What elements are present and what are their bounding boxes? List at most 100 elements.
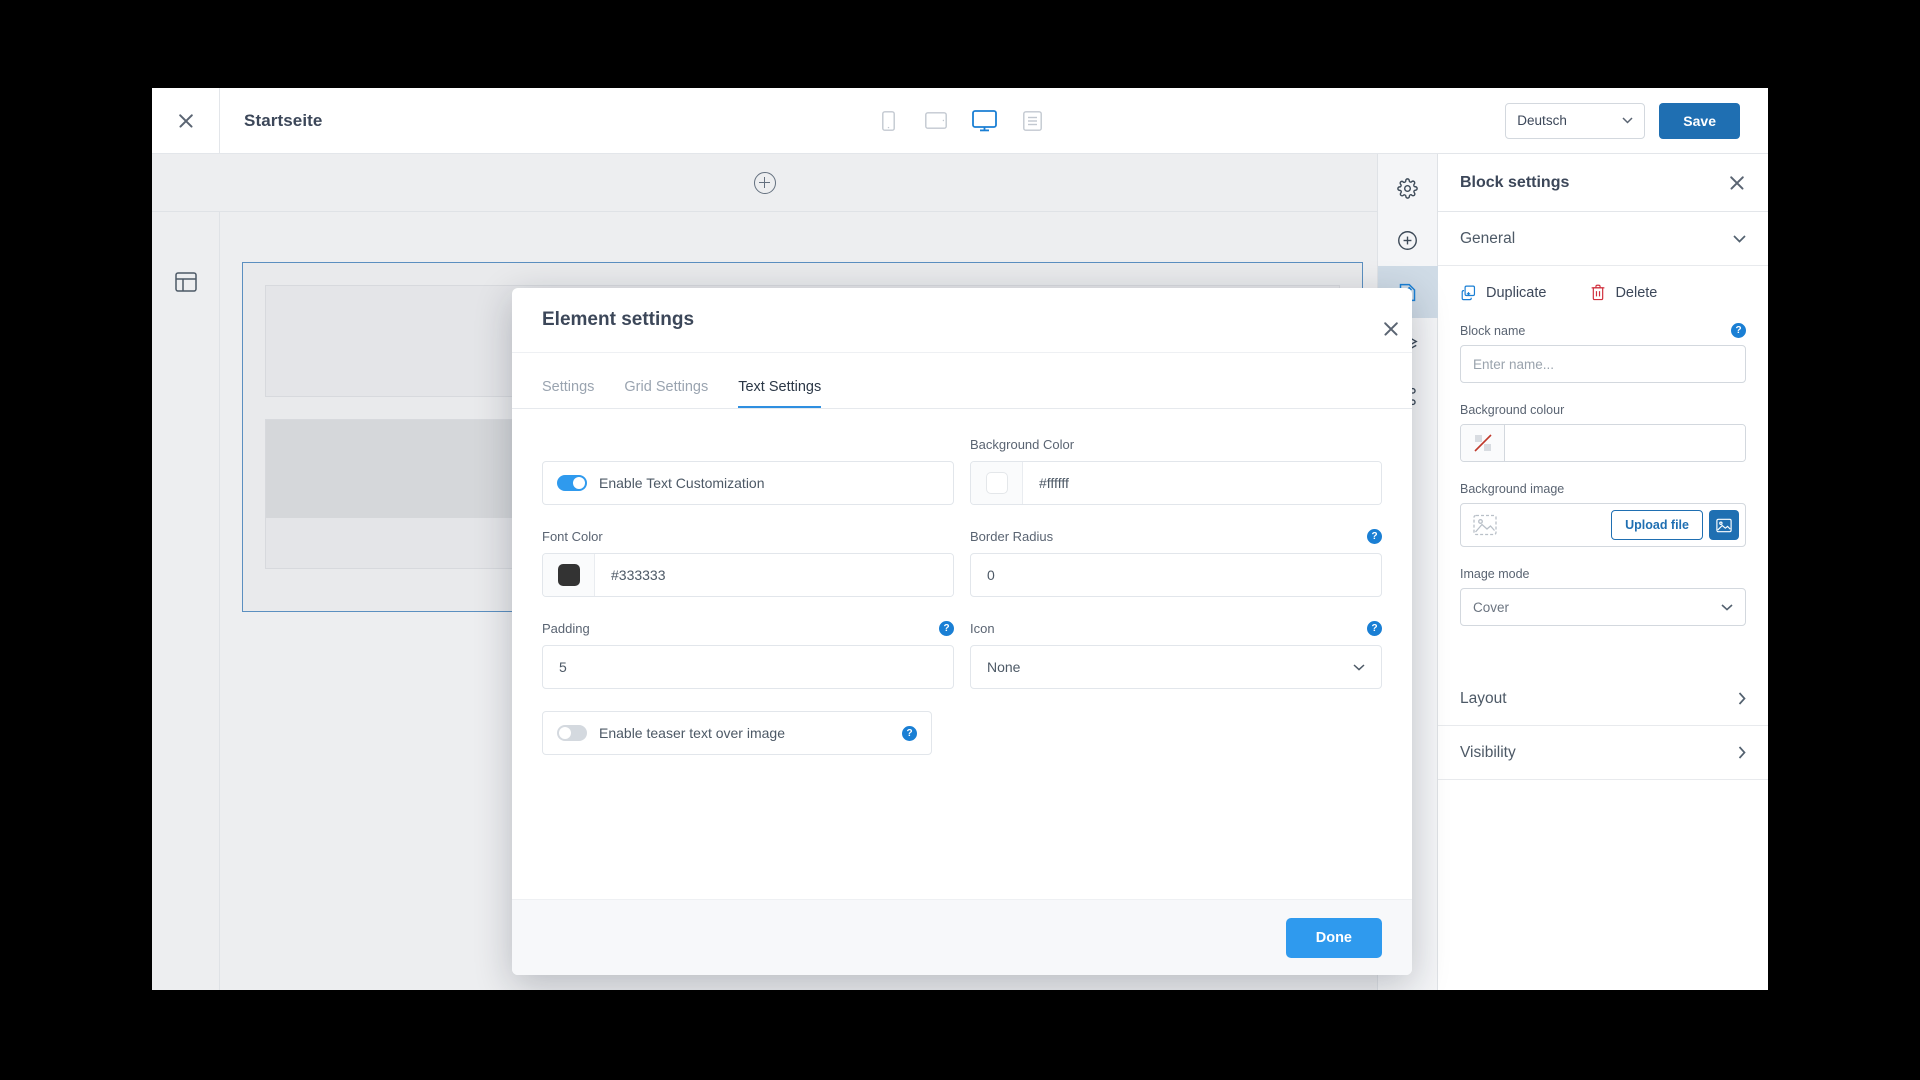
font-color-control[interactable]: #333333: [542, 553, 954, 597]
image-placeholder-icon: [1473, 514, 1497, 536]
block-name-input[interactable]: [1460, 345, 1746, 383]
background-colour-swatch-button[interactable]: [1461, 425, 1505, 461]
desktop-icon: [971, 109, 997, 131]
device-mobile-button[interactable]: [875, 108, 901, 134]
layout-icon[interactable]: [174, 270, 198, 294]
font-color-label: Font Color: [542, 528, 603, 544]
chevron-right-icon: [1738, 746, 1746, 759]
element-settings-modal: Element settings Settings Grid Settings …: [512, 288, 1412, 975]
rail-add-button[interactable]: [1378, 214, 1438, 266]
image-library-button[interactable]: [1709, 510, 1739, 540]
block-name-label-row: Block name ?: [1460, 323, 1746, 338]
duplicate-block-button[interactable]: Duplicate: [1460, 284, 1546, 301]
block-name-field: Block name ?: [1460, 323, 1746, 383]
chevron-down-icon: [1733, 234, 1746, 243]
background-colour-field: Background colour: [1460, 403, 1746, 462]
background-color-label-row: Background Color: [970, 435, 1382, 453]
image-mode-label-row: Image mode: [1460, 567, 1746, 581]
list-icon: [1022, 110, 1042, 131]
tablet-icon: [925, 112, 947, 129]
delete-label: Delete: [1615, 284, 1658, 301]
font-color-swatch-button[interactable]: [543, 554, 595, 596]
icon-label: Icon: [970, 620, 995, 636]
no-color-icon: [1473, 434, 1492, 452]
tab-grid-settings[interactable]: Grid Settings: [624, 379, 708, 408]
upload-file-button[interactable]: Upload file: [1611, 510, 1703, 540]
enable-teaser-text-toggle[interactable]: [557, 725, 587, 741]
enable-teaser-text-field: Enable teaser text over image ?: [542, 711, 932, 755]
icon-label-row: Icon ?: [970, 619, 1382, 637]
padding-input[interactable]: [542, 645, 954, 689]
enable-teaser-text-box[interactable]: Enable teaser text over image ?: [542, 711, 932, 755]
block-actions: Duplicate Delete: [1460, 284, 1746, 301]
app-window: Startseite Deutsch Save Block settings G…: [152, 88, 1768, 990]
help-icon[interactable]: ?: [902, 725, 917, 741]
section-layout-header[interactable]: Layout: [1438, 672, 1768, 726]
canvas-add-block-bar: [152, 154, 1377, 212]
section-layout-label: Layout: [1460, 689, 1507, 707]
help-icon[interactable]: ?: [1367, 620, 1382, 636]
rail-settings-button[interactable]: [1378, 162, 1438, 214]
modal-row-2: Font Color #333333 Border Radius ?: [542, 527, 1382, 597]
delete-block-button[interactable]: Delete: [1590, 284, 1657, 301]
section-visibility-header[interactable]: Visibility: [1438, 726, 1768, 780]
device-desktop-button[interactable]: [971, 108, 997, 134]
panel-close-button[interactable]: [1728, 174, 1746, 192]
background-color-swatch-button[interactable]: [971, 462, 1023, 504]
image-mode-field: Image mode Cover: [1460, 567, 1746, 626]
toggle-knob: [573, 477, 585, 489]
image-library-icon: [1716, 518, 1732, 532]
background-colour-value: [1505, 425, 1745, 461]
block-name-label: Block name: [1460, 323, 1526, 338]
enable-text-customization-label: Enable Text Customization: [599, 475, 765, 491]
toggle-knob: [559, 727, 571, 739]
duplicate-label: Duplicate: [1486, 284, 1547, 301]
modal-row-1: Enable Text Customization Background Col…: [542, 435, 1382, 505]
background-color-field: Background Color #ffffff: [970, 435, 1382, 505]
canvas-gutter: [152, 212, 220, 990]
section-general-header[interactable]: General: [1438, 212, 1768, 266]
enable-text-customization-toggle[interactable]: [557, 475, 587, 491]
enable-teaser-text-label: Enable teaser text over image: [599, 725, 785, 741]
block-settings-panel: Block settings General Duplicate Delete …: [1438, 154, 1768, 990]
padding-label: Padding: [542, 620, 590, 636]
background-image-label: Background image: [1460, 482, 1565, 496]
help-icon[interactable]: ?: [939, 620, 954, 636]
border-radius-label-row: Border Radius ?: [970, 527, 1382, 545]
border-radius-label: Border Radius: [970, 528, 1054, 544]
padding-label-row: Padding ?: [542, 619, 954, 637]
chevron-right-icon: [1738, 692, 1746, 705]
done-button[interactable]: Done: [1285, 917, 1382, 958]
tab-text-settings[interactable]: Text Settings: [738, 379, 822, 408]
modal-footer: Done: [512, 899, 1412, 975]
background-color-control[interactable]: #ffffff: [970, 461, 1382, 505]
topbar-right-group: Deutsch Save: [1505, 102, 1740, 139]
modal-body: Enable Text Customization Background Col…: [512, 409, 1412, 899]
plus-circle-icon[interactable]: [753, 171, 776, 194]
border-radius-input[interactable]: [970, 553, 1382, 597]
help-icon[interactable]: ?: [1367, 528, 1382, 544]
mobile-icon: [881, 110, 895, 131]
background-colour-label: Background colour: [1460, 403, 1565, 417]
font-color-chip: [557, 564, 580, 586]
save-button[interactable]: Save: [1659, 102, 1740, 139]
enable-text-customization-box[interactable]: Enable Text Customization: [542, 461, 954, 505]
device-content-button[interactable]: [1019, 108, 1045, 134]
section-general-label: General: [1460, 229, 1516, 247]
background-colour-label-row: Background colour: [1460, 403, 1746, 417]
device-tablet-button[interactable]: [923, 108, 949, 134]
enable-text-customization-field: Enable Text Customization: [542, 435, 954, 505]
tab-settings[interactable]: Settings: [542, 379, 594, 408]
language-value: Deutsch: [1517, 113, 1567, 128]
background-colour-control[interactable]: [1460, 424, 1746, 462]
icon-select[interactable]: None: [970, 645, 1382, 689]
image-mode-label: Image mode: [1460, 567, 1530, 581]
modal-row-3: Padding ? Icon ? None: [542, 619, 1382, 689]
close-editor-button[interactable]: [152, 88, 220, 154]
image-mode-value: Cover: [1473, 599, 1510, 615]
modal-tabs: Settings Grid Settings Text Settings: [512, 353, 1412, 409]
image-mode-select[interactable]: Cover: [1460, 588, 1746, 626]
help-icon[interactable]: ?: [1731, 323, 1746, 338]
icon-field: Icon ? None: [970, 619, 1382, 689]
language-select[interactable]: Deutsch: [1505, 102, 1646, 139]
